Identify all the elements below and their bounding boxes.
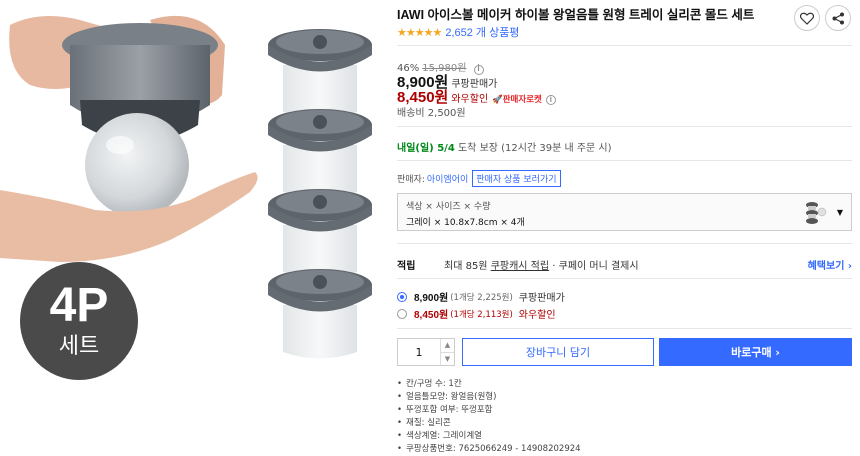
coupang-cash-link[interactable]: 쿠팡캐시 적립: [491, 261, 549, 272]
list-item: 쿠팡상품번호: 7625066249 - 14908202924: [397, 443, 581, 456]
mold-stack: [268, 29, 372, 359]
divider: [397, 160, 852, 161]
reward-text: 최대 85원 쿠팡캐시 적립 · 쿠페이 머니 결제시: [444, 257, 639, 272]
option-tag: 와우할인: [518, 310, 556, 321]
delivery-date: 내일(일) 5/4: [397, 143, 455, 154]
reward-amount: 최대 85원: [444, 261, 491, 272]
divider: [397, 278, 852, 279]
share-icon: [832, 12, 844, 24]
quantity-increase-button[interactable]: ▲: [441, 339, 454, 352]
option-tag: 쿠팡판매가: [518, 293, 565, 304]
option-unit-price: (1개당 2,225원): [450, 292, 513, 303]
benefits-link[interactable]: 혜택보기 ›: [808, 257, 852, 272]
share-button[interactable]: [825, 5, 851, 31]
radio-unselected[interactable]: [397, 308, 407, 319]
seller-products-button[interactable]: 판매자 상품 보러가기: [472, 170, 561, 187]
add-to-cart-button[interactable]: 장바구니 담기: [462, 338, 654, 366]
option-unit-price: (1개당 2,113원): [450, 309, 513, 320]
quantity-buttons: ▲ ▼: [440, 339, 454, 365]
option-thumbnail: [806, 202, 827, 224]
set-count-badge: 4P 세트: [20, 262, 138, 380]
product-photo: [0, 15, 372, 359]
purchase-option-wow[interactable]: 8,450원 (1개당 2,113원) 와우할인: [397, 306, 556, 321]
option-price: 8,900원: [414, 293, 449, 304]
list-item: 뚜껑포함 여부: 뚜껑포함: [397, 404, 581, 417]
radio-selected[interactable]: [397, 291, 407, 302]
wow-price-label: 와우할인: [451, 94, 489, 105]
reward-row: 적립 최대 85원 쿠팡캐시 적립 · 쿠페이 머니 결제시 혜택보기 ›: [397, 257, 852, 272]
rating-stars: ★★★★★: [397, 25, 442, 39]
reward-label: 적립: [397, 261, 416, 272]
seller-name-link[interactable]: 아이엠어이: [427, 172, 468, 185]
purchase-option-coupang[interactable]: 8,900원 (1개당 2,225원) 쿠팡판매가: [397, 289, 565, 304]
list-item: 얼음틀모양: 왕얼음(원형): [397, 391, 581, 404]
chevron-down-icon: ▼: [836, 208, 843, 217]
option-labels: 색상 × 사이즈 × 수량: [406, 202, 491, 212]
divider: [397, 126, 852, 127]
delivery-detail: 도착 보장 (12시간 39분 내 주문 시): [457, 143, 612, 154]
reward-condition: · 쿠페이 머니 결제시: [549, 261, 639, 272]
quantity-value[interactable]: 1: [398, 339, 440, 365]
seller-row: 판매자: 아이엠어이 판매자 상품 보러가기: [397, 170, 561, 187]
delivery-info: 내일(일) 5/4 도착 보장 (12시간 39분 내 주문 시): [397, 139, 612, 154]
rating-row: ★★★★★ 2,652 개 상품평: [397, 24, 519, 40]
list-item: 색상계열: 그레이계열: [397, 430, 581, 443]
option-values: 그레이 × 10.8x7.8cm × 4개: [406, 218, 525, 228]
buy-now-button[interactable]: 바로구매 ›: [659, 338, 852, 366]
quantity-decrease-button[interactable]: ▼: [441, 351, 454, 366]
option-selector[interactable]: 색상 × 사이즈 × 수량 그레이 × 10.8x7.8cm × 4개 ▼: [397, 193, 852, 231]
spec-list: 칸/구멍 수: 1칸 얼음틀모양: 왕얼음(원형) 뚜껑포함 여부: 뚜껑포함 …: [397, 378, 581, 456]
info-icon[interactable]: i: [545, 94, 556, 105]
option-price: 8,450원: [414, 310, 449, 321]
divider: [397, 45, 852, 46]
product-image[interactable]: 4P 세트: [0, 0, 380, 456]
divider: [397, 328, 852, 329]
quantity-stepper[interactable]: 1 ▲ ▼: [397, 338, 455, 366]
badge-count: 4P: [49, 279, 109, 332]
review-count-link[interactable]: 2,652 개 상품평: [445, 24, 519, 40]
list-item: 재질: 실리콘: [397, 417, 581, 430]
product-title: IAWI 아이스볼 메이커 하이볼 왕얼음틀 원형 트레이 실리콘 몰드 세트: [397, 8, 755, 22]
seller-label: 판매자:: [397, 175, 425, 185]
divider: [397, 243, 852, 244]
product-page: 4P 세트 IAWI 아이스볼 메이커 하이볼 왕얼음틀 원형 트레이 실리콘 …: [0, 0, 860, 456]
product-info-panel: IAWI 아이스볼 메이커 하이볼 왕얼음틀 원형 트레이 실리콘 몰드 세트 …: [397, 0, 855, 456]
heart-icon: [800, 12, 814, 25]
wishlist-button[interactable]: [794, 5, 820, 31]
rocket-badge: 🚀판매자로켓: [492, 94, 542, 104]
list-item: 칸/구멍 수: 1칸: [397, 378, 581, 391]
badge-label: 세트: [58, 334, 100, 359]
shipping-fee: 배송비 2,500원: [397, 108, 466, 119]
